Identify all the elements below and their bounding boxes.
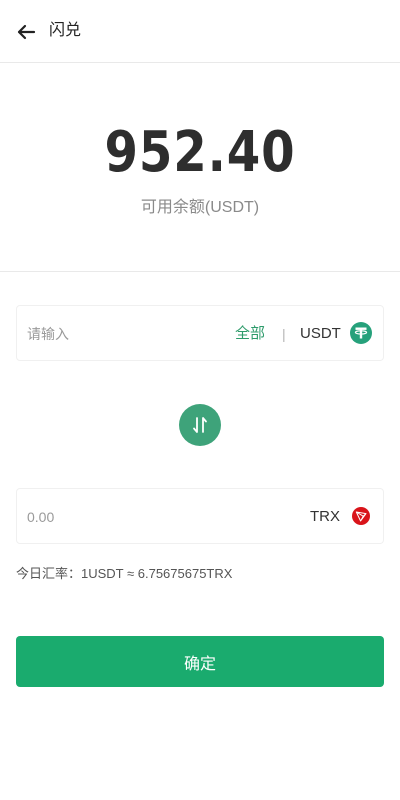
trx-icon [352, 507, 370, 525]
to-currency-label: TRX [310, 508, 340, 525]
header: 闪兑 [0, 0, 400, 63]
exchange-rate-text: 今日汇率：1USDT ≈ 6.75675675TRX [16, 566, 233, 581]
back-button[interactable] [14, 20, 38, 44]
all-button[interactable]: 全部 [235, 324, 265, 344]
balance-section: 952.40 可用余额(USDT) [0, 63, 400, 272]
field-separator: | [282, 326, 286, 342]
usdt-icon [350, 322, 372, 344]
confirm-button[interactable]: 确定 [16, 636, 384, 687]
flash-exchange-page: 闪兑 952.40 可用余额(USDT) 全部 | USDT TRX [0, 0, 400, 800]
balance-label: 可用余额(USDT) [140, 199, 260, 216]
from-currency-label: USDT [300, 325, 341, 342]
to-amount-field: TRX [16, 488, 384, 544]
page-title: 闪兑 [49, 22, 82, 39]
from-amount-field: 全部 | USDT [16, 305, 384, 361]
from-amount-input[interactable] [27, 320, 207, 348]
swap-arrows-icon [193, 417, 207, 433]
balance-amount: 952.40 [104, 120, 296, 185]
arrow-left-icon [17, 24, 36, 40]
to-amount-input[interactable] [27, 503, 207, 531]
swap-button[interactable] [179, 404, 221, 446]
